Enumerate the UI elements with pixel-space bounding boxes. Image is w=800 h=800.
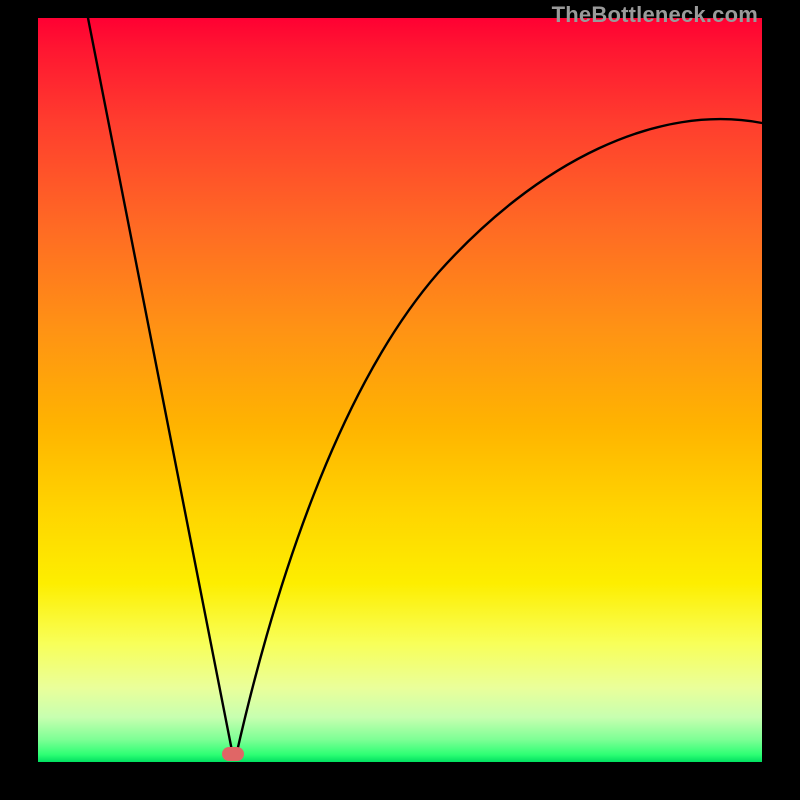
chart-frame: TheBottleneck.com (0, 0, 800, 800)
curve-left-branch (88, 18, 233, 756)
plot-area (38, 18, 762, 762)
curve-right-branch (236, 119, 762, 756)
optimum-marker (222, 747, 244, 761)
watermark-text: TheBottleneck.com (552, 2, 758, 28)
bottleneck-curve (38, 18, 762, 762)
